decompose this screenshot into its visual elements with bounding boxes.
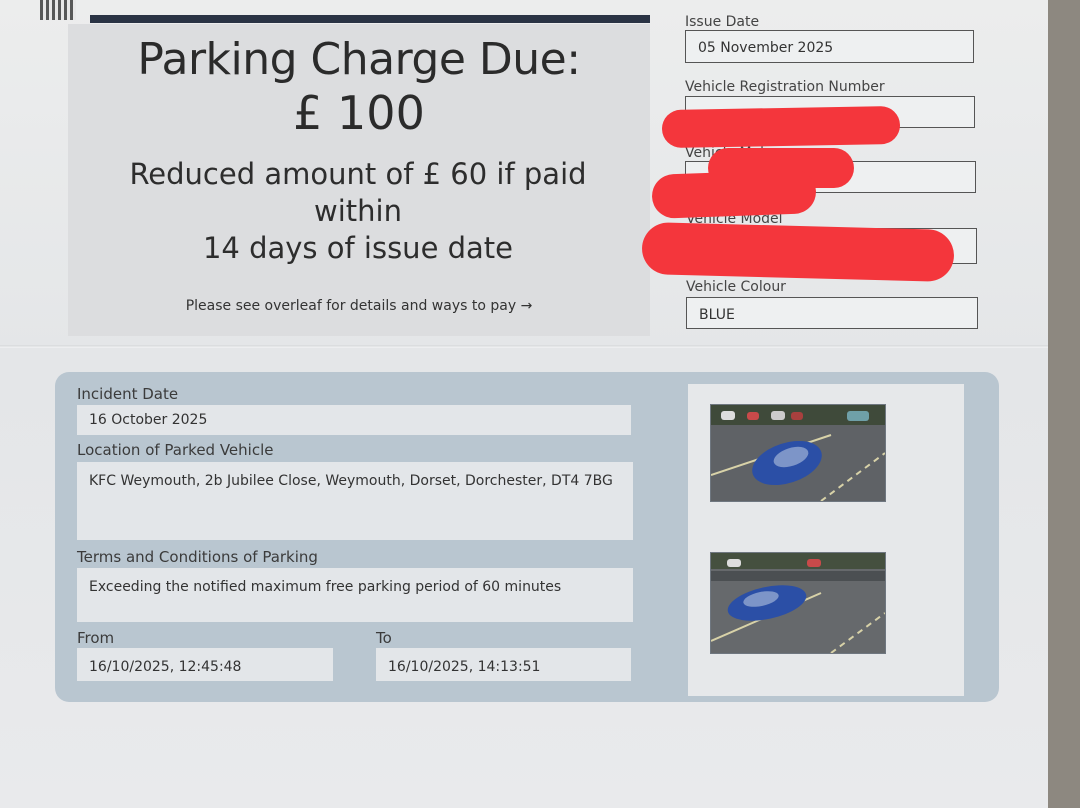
colour-field: BLUE [686, 297, 978, 329]
from-field: 16/10/2025, 12:45:48 [77, 648, 333, 681]
evidence-photo-panel [688, 384, 964, 696]
location-label: Location of Parked Vehicle [77, 441, 274, 459]
qr-code [40, 0, 76, 20]
registration-label: Vehicle Registration Number [685, 79, 885, 95]
redaction-mark [661, 105, 901, 149]
overleaf-note: Please see overleaf for details and ways… [185, 298, 533, 314]
header-rule [90, 15, 650, 23]
evidence-photo-2 [710, 552, 886, 654]
location-field: KFC Weymouth, 2b Jubilee Close, Weymouth… [77, 462, 633, 540]
reduced-line-1: Reduced amount of £ 60 if paid within [129, 157, 587, 228]
to-label: To [376, 629, 392, 647]
terms-field: Exceeding the notified maximum free park… [77, 568, 633, 622]
paper-fold [0, 345, 1048, 348]
from-label: From [77, 629, 115, 647]
charge-title: Parking Charge Due: [137, 34, 581, 85]
redaction-mark [651, 169, 817, 219]
incident-date-label: Incident Date [77, 385, 179, 403]
issue-date-label: Issue Date [685, 14, 760, 30]
charge-amount: £ 100 [293, 86, 425, 140]
redaction-mark [641, 221, 955, 283]
reduced-amount-text: Reduced amount of £ 60 if paid within 14… [88, 156, 628, 267]
evidence-photo-1 [710, 404, 886, 502]
colour-label: Vehicle Colour [686, 279, 786, 295]
incident-date-field: 16 October 2025 [77, 405, 631, 435]
to-field: 16/10/2025, 14:13:51 [376, 648, 631, 681]
issue-date-field: 05 November 2025 [685, 30, 974, 63]
reduced-line-2: 14 days of issue date [202, 231, 514, 265]
charge-summary-box: Parking Charge Due: £ 100 Reduced amount… [68, 24, 650, 336]
terms-label: Terms and Conditions of Parking [77, 548, 318, 566]
parking-charge-notice: Parking Charge Due: £ 100 Reduced amount… [0, 0, 1048, 808]
